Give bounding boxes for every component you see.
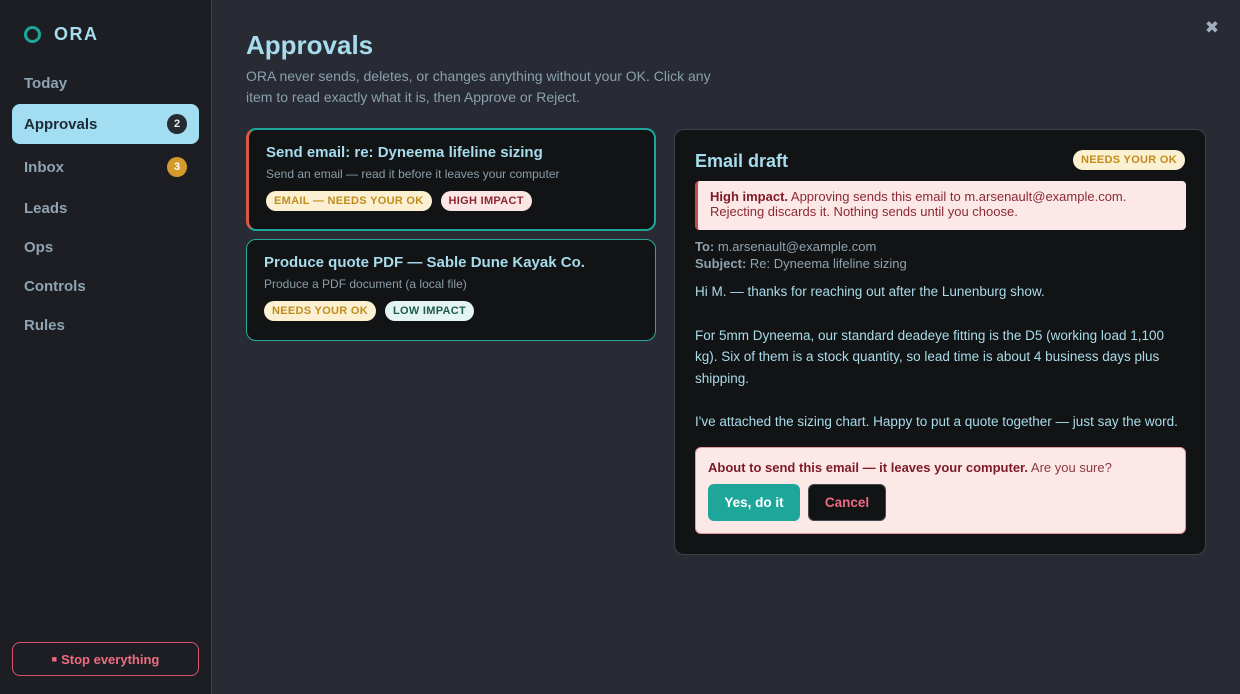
- page-title: Approvals: [246, 30, 374, 60]
- close-icon[interactable]: ✖: [1204, 18, 1220, 37]
- tag-list: EMAIL — NEEDS YOUR OK HIGH IMPACT: [266, 191, 637, 211]
- approval-card-title: Produce quote PDF — Sable Dune Kayak Co.: [264, 254, 585, 271]
- approval-card-subtitle: Produce a PDF document (a local file): [264, 277, 467, 291]
- sidebar-item-label: Leads: [24, 199, 68, 217]
- email-paragraph: Hi M. — thanks for reaching out after th…: [695, 284, 1045, 299]
- stop-everything-button[interactable]: ■ Stop everything: [12, 642, 199, 676]
- impact-badge: LOW IMPACT: [385, 301, 475, 321]
- impact-heading: High impact.: [710, 189, 789, 204]
- confirm-heading: About to send this email — it leaves you…: [708, 460, 1029, 475]
- app-name: ORA: [54, 24, 99, 44]
- count-badge: 2: [167, 114, 187, 134]
- sidebar-item-ops[interactable]: Ops: [12, 227, 199, 267]
- status-badge: NEEDS YOUR OK: [264, 301, 376, 321]
- sidebar-item-label: Ops: [24, 238, 54, 256]
- subject-label: Subject:: [695, 256, 747, 271]
- count-badge: 3: [167, 157, 187, 177]
- detail-title: Email draft: [695, 151, 789, 171]
- to-value: m.arsenault@example.com: [714, 239, 877, 254]
- cancel-button[interactable]: Cancel: [808, 484, 886, 521]
- sidebar-item-inbox[interactable]: Inbox 3: [12, 147, 199, 187]
- page-description: ORA never sends, deletes, or changes any…: [246, 68, 711, 105]
- confirm-question: Are you sure?: [1028, 460, 1112, 475]
- sidebar-item-rules[interactable]: Rules: [12, 305, 199, 345]
- brand: ORA: [24, 24, 99, 45]
- sidebar-item-controls[interactable]: Controls: [12, 266, 199, 306]
- status-badge: NEEDS YOUR OK: [1073, 150, 1185, 170]
- confirm-message: About to send this email — it leaves you…: [708, 460, 1112, 475]
- subject-value: Re: Dyneema lifeline sizing: [746, 256, 907, 271]
- stop-square-icon: ■: [51, 654, 58, 664]
- sidebar-item-label: Today: [24, 74, 68, 92]
- email-paragraph: I've attached the sizing chart. Happy to…: [695, 414, 1178, 429]
- tag-list: NEEDS YOUR OK LOW IMPACT: [264, 301, 638, 321]
- status-badge: EMAIL — NEEDS YOUR OK: [266, 191, 432, 211]
- email-subject: Subject: Re: Dyneema lifeline sizing: [695, 256, 907, 271]
- impact-badge: HIGH IMPACT: [440, 191, 532, 211]
- sidebar-item-leads[interactable]: Leads: [12, 188, 199, 228]
- detail-panel: Email draft NEEDS YOUR OK High impact. A…: [674, 129, 1206, 555]
- sidebar-item-approvals[interactable]: Approvals 2: [12, 104, 199, 144]
- impact-warning: High impact. Approving sends this email …: [695, 181, 1186, 230]
- email-to: To: m.arsenault@example.com: [695, 239, 876, 254]
- approval-card-email[interactable]: Send email: re: Dyneema lifeline sizing …: [246, 128, 656, 231]
- sidebar-item-label: Approvals: [24, 115, 98, 133]
- approval-card-title: Send email: re: Dyneema lifeline sizing: [266, 144, 543, 161]
- approval-card-subtitle: Send an email — read it before it leaves…: [266, 167, 560, 181]
- email-body: Hi M. — thanks for reaching out after th…: [695, 281, 1187, 455]
- approval-card-pdf[interactable]: Produce quote PDF — Sable Dune Kayak Co.…: [246, 239, 656, 341]
- ring-logo-icon: [24, 26, 41, 43]
- to-label: To:: [695, 239, 715, 254]
- email-paragraph: For 5mm Dyneema, our standard deadeye fi…: [695, 327, 1164, 386]
- stop-everything-label: Stop everything: [61, 651, 160, 667]
- sidebar-item-today[interactable]: Today: [12, 63, 199, 103]
- confirm-yes-button[interactable]: Yes, do it: [708, 484, 800, 521]
- sidebar-item-label: Rules: [24, 316, 65, 334]
- sidebar-item-label: Inbox: [24, 158, 64, 176]
- sidebar-item-label: Controls: [24, 277, 86, 295]
- sidebar: ORA Today Approvals 2 Inbox 3 Leads Ops …: [0, 0, 212, 694]
- confirm-dialog: About to send this email — it leaves you…: [695, 447, 1186, 534]
